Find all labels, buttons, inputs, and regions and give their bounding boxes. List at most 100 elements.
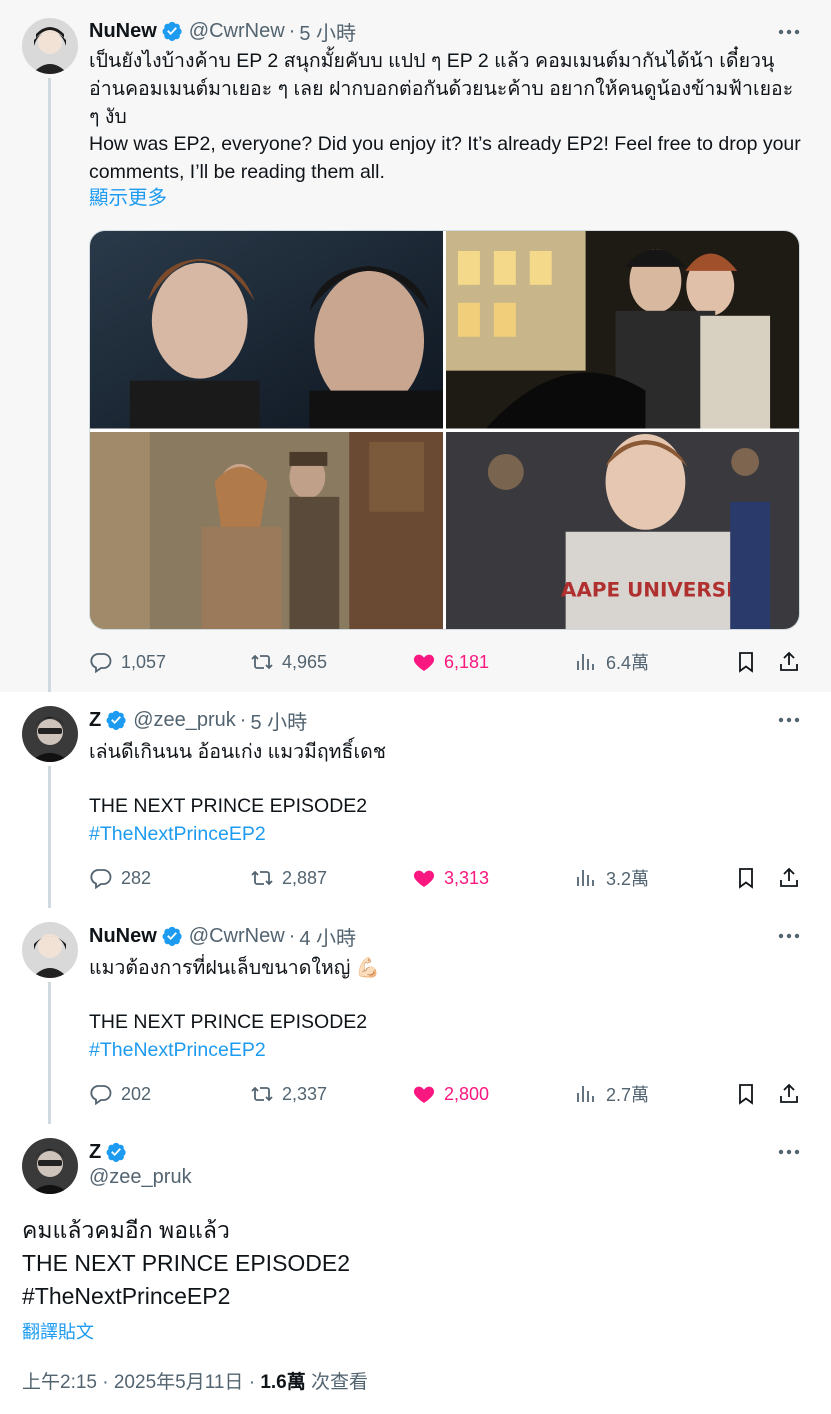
hashtag-link[interactable]: #TheNextPrinceEP2 — [22, 1280, 807, 1313]
heart-filled-icon — [413, 1086, 435, 1103]
like-count: 2,800 — [444, 1083, 490, 1104]
tweet-header: Z — [89, 1137, 133, 1167]
reply-button[interactable]: 202 — [89, 1079, 151, 1109]
reply-icon — [90, 1085, 112, 1106]
tweet-text: คมแล้วคมอีก พอแล้ว — [22, 1217, 230, 1243]
avatar[interactable] — [22, 706, 78, 762]
share-button[interactable] — [777, 647, 801, 677]
views-button[interactable]: 3.2萬 — [574, 863, 649, 893]
tweet-zee-reply[interactable]: Z @zee_pruk · 5 小時 เล่นดีเกินนน อ้อนเก่ง… — [0, 692, 831, 908]
verified-badge-icon — [106, 1142, 126, 1162]
tweet-actions: 1,057 4,965 6,181 6.4萬 — [89, 647, 801, 677]
handle[interactable]: @zee_pruk — [133, 709, 236, 732]
thread-line — [48, 78, 51, 692]
more-options-icon[interactable] — [777, 20, 801, 44]
display-name[interactable]: Z — [89, 1141, 101, 1164]
bookmark-icon — [739, 1084, 753, 1105]
avatar[interactable] — [22, 922, 78, 978]
media-photo[interactable] — [90, 231, 443, 429]
more-options-icon[interactable] — [777, 1140, 801, 1164]
handle[interactable]: @CwrNew — [189, 925, 285, 948]
reply-icon — [90, 653, 112, 674]
tweet-text: THE NEXT PRINCE EPISODE2 — [22, 1250, 351, 1276]
separator-dot: · — [239, 708, 247, 731]
avatar[interactable] — [22, 1138, 78, 1194]
views-chart-icon — [577, 870, 594, 886]
handle[interactable]: @CwrNew — [189, 20, 285, 43]
thread-line — [48, 982, 51, 1124]
media-photo[interactable]: AAPE UNIVERSE — [446, 431, 799, 629]
reply-count: 282 — [121, 867, 152, 888]
view-count: 3.2萬 — [606, 869, 650, 889]
views-button[interactable]: 6.4萬 — [574, 647, 649, 677]
bookmark-icon — [739, 868, 753, 889]
bookmark-button[interactable] — [734, 647, 758, 677]
share-icon — [780, 867, 798, 887]
retweet-icon — [251, 654, 273, 670]
tweet-nunew-reply[interactable]: NuNew @CwrNew · 4 小時 แมวต้องการที่ฝนเล็บ… — [0, 908, 831, 1124]
like-count: 6,181 — [444, 651, 490, 672]
bookmark-button[interactable] — [734, 1079, 758, 1109]
translate-post-link[interactable]: 翻譯貼文 — [22, 1318, 94, 1344]
more-options-icon[interactable] — [777, 708, 801, 732]
reply-button[interactable]: 282 — [89, 863, 151, 893]
tweet-text: THE NEXT PRINCE EPISODE2 — [89, 795, 368, 817]
like-count: 3,313 — [444, 867, 490, 888]
timestamp[interactable]: 5 小時 — [250, 706, 307, 735]
share-icon — [780, 651, 798, 671]
like-button[interactable]: 2,800 — [412, 1079, 489, 1109]
views-button[interactable]: 2.7萬 — [574, 1079, 649, 1109]
media-photo[interactable] — [90, 431, 443, 629]
share-button[interactable] — [777, 1079, 801, 1109]
display-name[interactable]: NuNew — [89, 925, 157, 948]
retweet-count: 2,887 — [282, 867, 328, 888]
retweet-icon — [251, 870, 273, 886]
retweet-button[interactable]: 2,887 — [250, 863, 327, 893]
retweet-count: 4,965 — [282, 651, 328, 672]
separator-dot: · — [288, 19, 296, 42]
reply-button[interactable]: 1,057 — [89, 647, 166, 677]
retweet-button[interactable]: 2,337 — [250, 1079, 327, 1109]
reply-icon — [90, 869, 112, 890]
handle[interactable]: @zee_pruk — [89, 1166, 192, 1189]
heart-filled-icon — [413, 870, 435, 887]
view-count: 1.6萬 — [260, 1372, 306, 1393]
tweet-actions: 282 2,887 3,313 3.2萬 — [89, 863, 801, 893]
view-label: 次查看 — [311, 1372, 369, 1393]
timestamp[interactable]: 5 小時 — [299, 17, 356, 46]
tweet-header: NuNew @CwrNew · 5 小時 — [89, 16, 356, 46]
hashtag-link[interactable]: #TheNextPrinceEP2 — [89, 1036, 807, 1064]
post-timestamp[interactable]: 上午2:15 · 2025年5月11日 — [22, 1372, 243, 1393]
reply-count: 1,057 — [121, 651, 167, 672]
tweet-nunew-ep2[interactable]: NuNew @CwrNew · 5 小時 เป็นยังไงบ้างค้าบ E… — [0, 0, 831, 692]
media-photo[interactable] — [446, 231, 799, 429]
tweet-thread: NuNew @CwrNew · 5 小時 เป็นยังไงบ้างค้าบ E… — [0, 0, 831, 1414]
retweet-button[interactable]: 4,965 — [250, 647, 327, 677]
post-meta: 上午2:15 · 2025年5月11日 · 1.6萬 次查看 — [22, 1367, 368, 1394]
show-more-link[interactable]: 顯示更多 — [89, 184, 807, 212]
views-chart-icon — [577, 654, 594, 670]
retweet-icon — [251, 1086, 273, 1102]
tweet-text: แมวต้องการที่ฝนเล็บขนาดใหญ่ 💪🏻 — [89, 957, 381, 979]
tweet-text: เล่นดีเกินนน อ้อนเก่ง แมวมีฤทธิ์เดช — [89, 741, 387, 763]
view-count: 6.4萬 — [606, 653, 650, 673]
more-options-icon[interactable] — [777, 924, 801, 948]
share-icon — [780, 1083, 798, 1103]
bookmark-button[interactable] — [734, 863, 758, 893]
tweet-text-thai: เป็นยังไงบ้างค้าบ EP 2 สนุกมั้ยคับบ แปป … — [89, 50, 799, 128]
hashtag-link[interactable]: #TheNextPrinceEP2 — [89, 820, 807, 848]
media-grid[interactable]: AAPE UNIVERSE — [89, 230, 800, 630]
display-name[interactable]: Z — [89, 709, 101, 732]
view-count: 2.7萬 — [606, 1085, 650, 1105]
avatar[interactable] — [22, 18, 78, 74]
like-button[interactable]: 3,313 — [412, 863, 489, 893]
timestamp[interactable]: 4 小時 — [299, 922, 356, 951]
tweet-text: THE NEXT PRINCE EPISODE2 — [89, 1011, 368, 1033]
display-name[interactable]: NuNew — [89, 20, 157, 43]
separator-dot: · — [248, 1372, 256, 1393]
share-button[interactable] — [777, 863, 801, 893]
verified-badge-icon — [106, 710, 126, 730]
like-button[interactable]: 6,181 — [412, 647, 489, 677]
reply-count: 202 — [121, 1083, 152, 1104]
tweet-actions: 202 2,337 2,800 2.7萬 — [89, 1079, 801, 1109]
